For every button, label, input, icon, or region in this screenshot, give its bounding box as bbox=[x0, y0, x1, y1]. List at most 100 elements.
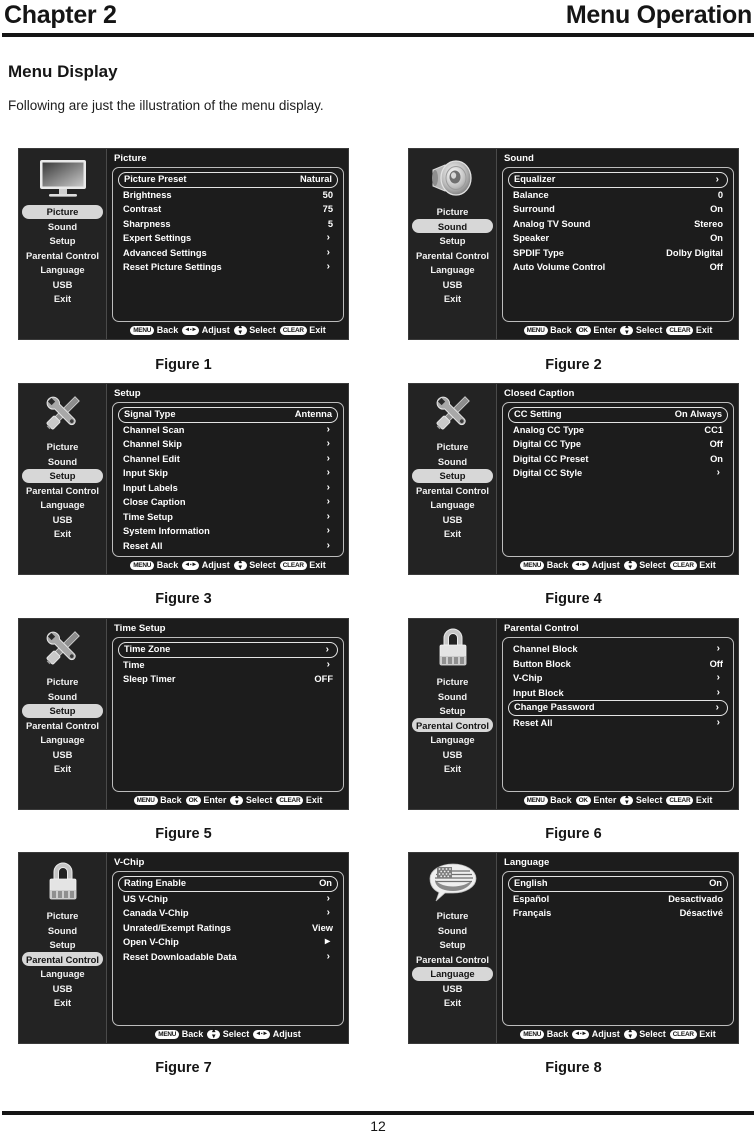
sidebar-item-sound[interactable]: Sound bbox=[22, 219, 103, 233]
sidebar-item-parental-control[interactable]: Parental Control bbox=[412, 718, 493, 732]
sidebar-item-usb[interactable]: USB bbox=[22, 512, 103, 526]
sidebar-item-picture[interactable]: Picture bbox=[412, 205, 493, 219]
menu-row[interactable]: Digital CC Style › bbox=[508, 466, 728, 481]
menu-row[interactable]: Time › bbox=[118, 658, 338, 673]
sidebar-item-usb[interactable]: USB bbox=[22, 981, 103, 995]
sidebar-item-sound[interactable]: Sound bbox=[22, 923, 103, 937]
menu-row[interactable]: Surround On bbox=[508, 202, 728, 217]
menu-row[interactable]: Canada V-Chip › bbox=[118, 906, 338, 921]
sidebar-item-language[interactable]: Language bbox=[412, 733, 493, 747]
sidebar-item-exit[interactable]: Exit bbox=[22, 292, 103, 306]
sidebar-item-sound[interactable]: Sound bbox=[412, 454, 493, 468]
menu-row[interactable]: Sleep Timer OFF bbox=[118, 672, 338, 687]
menu-row[interactable]: Sharpness 5 bbox=[118, 217, 338, 232]
menu-row[interactable]: Français Désactivé bbox=[508, 906, 728, 921]
menu-row[interactable]: Analog TV Sound Stereo bbox=[508, 217, 728, 232]
sidebar-item-setup[interactable]: Setup bbox=[412, 704, 493, 718]
sidebar-item-exit[interactable]: Exit bbox=[412, 527, 493, 541]
sidebar-item-exit[interactable]: Exit bbox=[22, 762, 103, 776]
menu-row[interactable]: Input Block › bbox=[508, 686, 728, 701]
sidebar-item-setup[interactable]: Setup bbox=[22, 703, 103, 718]
menu-row[interactable]: Input Labels › bbox=[118, 481, 338, 496]
menu-row[interactable]: Reset Downloadable Data › bbox=[118, 950, 338, 965]
sidebar-item-exit[interactable]: Exit bbox=[412, 292, 493, 306]
menu-row[interactable]: Equalizer › bbox=[508, 172, 728, 188]
menu-row[interactable]: Unrated/Exempt Ratings View bbox=[118, 921, 338, 936]
sidebar-item-setup[interactable]: Setup bbox=[22, 234, 103, 248]
sidebar-item-parental-control[interactable]: Parental Control bbox=[22, 248, 103, 262]
menu-row[interactable]: Change Password › bbox=[508, 700, 728, 716]
menu-row[interactable]: Reset Picture Settings › bbox=[118, 260, 338, 275]
menu-row[interactable]: Channel Skip › bbox=[118, 437, 338, 452]
sidebar-item-usb[interactable]: USB bbox=[412, 747, 493, 761]
sidebar-item-setup[interactable]: Setup bbox=[412, 938, 493, 952]
sidebar-item-exit[interactable]: Exit bbox=[22, 996, 103, 1010]
sidebar-item-language[interactable]: Language bbox=[22, 967, 103, 981]
sidebar-item-sound[interactable]: Sound bbox=[412, 923, 493, 937]
menu-row[interactable]: Channel Block › bbox=[508, 642, 728, 657]
menu-row[interactable]: Rating Enable On bbox=[118, 876, 338, 892]
sidebar-item-picture[interactable]: Picture bbox=[22, 909, 103, 923]
menu-row[interactable]: Analog CC Type CC1 bbox=[508, 423, 728, 438]
sidebar-item-exit[interactable]: Exit bbox=[412, 762, 493, 776]
menu-row[interactable]: Reset All › bbox=[508, 716, 728, 731]
menu-row[interactable]: Open V-Chip ▸ bbox=[118, 935, 338, 950]
menu-row[interactable]: Digital CC Type Off bbox=[508, 437, 728, 452]
sidebar-item-usb[interactable]: USB bbox=[412, 981, 493, 995]
sidebar-item-usb[interactable]: USB bbox=[412, 512, 493, 526]
menu-row[interactable]: Time Setup › bbox=[118, 510, 338, 525]
sidebar-item-picture[interactable]: Picture bbox=[412, 440, 493, 454]
menu-row[interactable]: SPDIF Type Dolby Digital bbox=[508, 246, 728, 261]
sidebar-item-language[interactable]: Language bbox=[22, 263, 103, 277]
sidebar-item-exit[interactable]: Exit bbox=[412, 996, 493, 1010]
sidebar-item-setup[interactable]: Setup bbox=[22, 938, 103, 952]
sidebar-item-picture[interactable]: Picture bbox=[22, 440, 103, 454]
menu-row[interactable]: Digital CC Preset On bbox=[508, 452, 728, 467]
sidebar-item-parental-control[interactable]: Parental Control bbox=[22, 483, 103, 497]
sidebar-item-setup[interactable]: Setup bbox=[412, 234, 493, 248]
sidebar-item-picture[interactable]: Picture bbox=[412, 909, 493, 923]
menu-row[interactable]: Balance 0 bbox=[508, 188, 728, 203]
sidebar-item-parental-control[interactable]: Parental Control bbox=[22, 952, 103, 966]
sidebar-item-sound[interactable]: Sound bbox=[412, 219, 493, 233]
sidebar-item-usb[interactable]: USB bbox=[22, 277, 103, 291]
menu-row[interactable]: Channel Edit › bbox=[118, 452, 338, 467]
menu-row[interactable]: US V-Chip › bbox=[118, 892, 338, 907]
menu-row[interactable]: English On bbox=[508, 876, 728, 892]
sidebar-item-parental-control[interactable]: Parental Control bbox=[412, 483, 493, 497]
menu-row[interactable]: Signal Type Antenna bbox=[118, 407, 338, 423]
sidebar-item-sound[interactable]: Sound bbox=[22, 454, 103, 468]
menu-row[interactable]: Close Caption › bbox=[118, 495, 338, 510]
menu-row[interactable]: Reset All › bbox=[118, 539, 338, 554]
menu-row[interactable]: Input Skip › bbox=[118, 466, 338, 481]
menu-row[interactable]: Contrast 75 bbox=[118, 202, 338, 217]
sidebar-item-picture[interactable]: Picture bbox=[22, 675, 103, 689]
sidebar-item-setup[interactable]: Setup bbox=[412, 468, 493, 483]
sidebar-item-setup[interactable]: Setup bbox=[22, 468, 103, 483]
sidebar-item-parental-control[interactable]: Parental Control bbox=[412, 952, 493, 966]
menu-row[interactable]: Picture Preset Natural bbox=[118, 172, 338, 188]
menu-row[interactable]: Speaker On bbox=[508, 231, 728, 246]
sidebar-item-language[interactable]: Language bbox=[412, 966, 493, 981]
sidebar-item-language[interactable]: Language bbox=[22, 498, 103, 512]
sidebar-item-exit[interactable]: Exit bbox=[22, 527, 103, 541]
sidebar-item-language[interactable]: Language bbox=[22, 733, 103, 747]
menu-row[interactable]: System Information › bbox=[118, 524, 338, 539]
sidebar-item-language[interactable]: Language bbox=[412, 498, 493, 512]
sidebar-item-parental-control[interactable]: Parental Control bbox=[22, 718, 103, 732]
sidebar-item-parental-control[interactable]: Parental Control bbox=[412, 248, 493, 262]
menu-row[interactable]: Español Desactivado bbox=[508, 892, 728, 907]
menu-row[interactable]: Time Zone › bbox=[118, 642, 338, 658]
sidebar-item-language[interactable]: Language bbox=[412, 263, 493, 277]
sidebar-item-usb[interactable]: USB bbox=[412, 277, 493, 291]
sidebar-item-sound[interactable]: Sound bbox=[22, 689, 103, 703]
menu-row[interactable]: Channel Scan › bbox=[118, 423, 338, 438]
menu-row[interactable]: Auto Volume Control Off bbox=[508, 260, 728, 275]
sidebar-item-picture[interactable]: Picture bbox=[412, 675, 493, 689]
menu-row[interactable]: V-Chip › bbox=[508, 671, 728, 686]
menu-row[interactable]: Button Block Off bbox=[508, 657, 728, 672]
sidebar-item-picture[interactable]: Picture bbox=[22, 204, 103, 219]
menu-row[interactable]: Brightness 50 bbox=[118, 188, 338, 203]
menu-row[interactable]: CC Setting On Always bbox=[508, 407, 728, 423]
menu-row[interactable]: Expert Settings › bbox=[118, 231, 338, 246]
